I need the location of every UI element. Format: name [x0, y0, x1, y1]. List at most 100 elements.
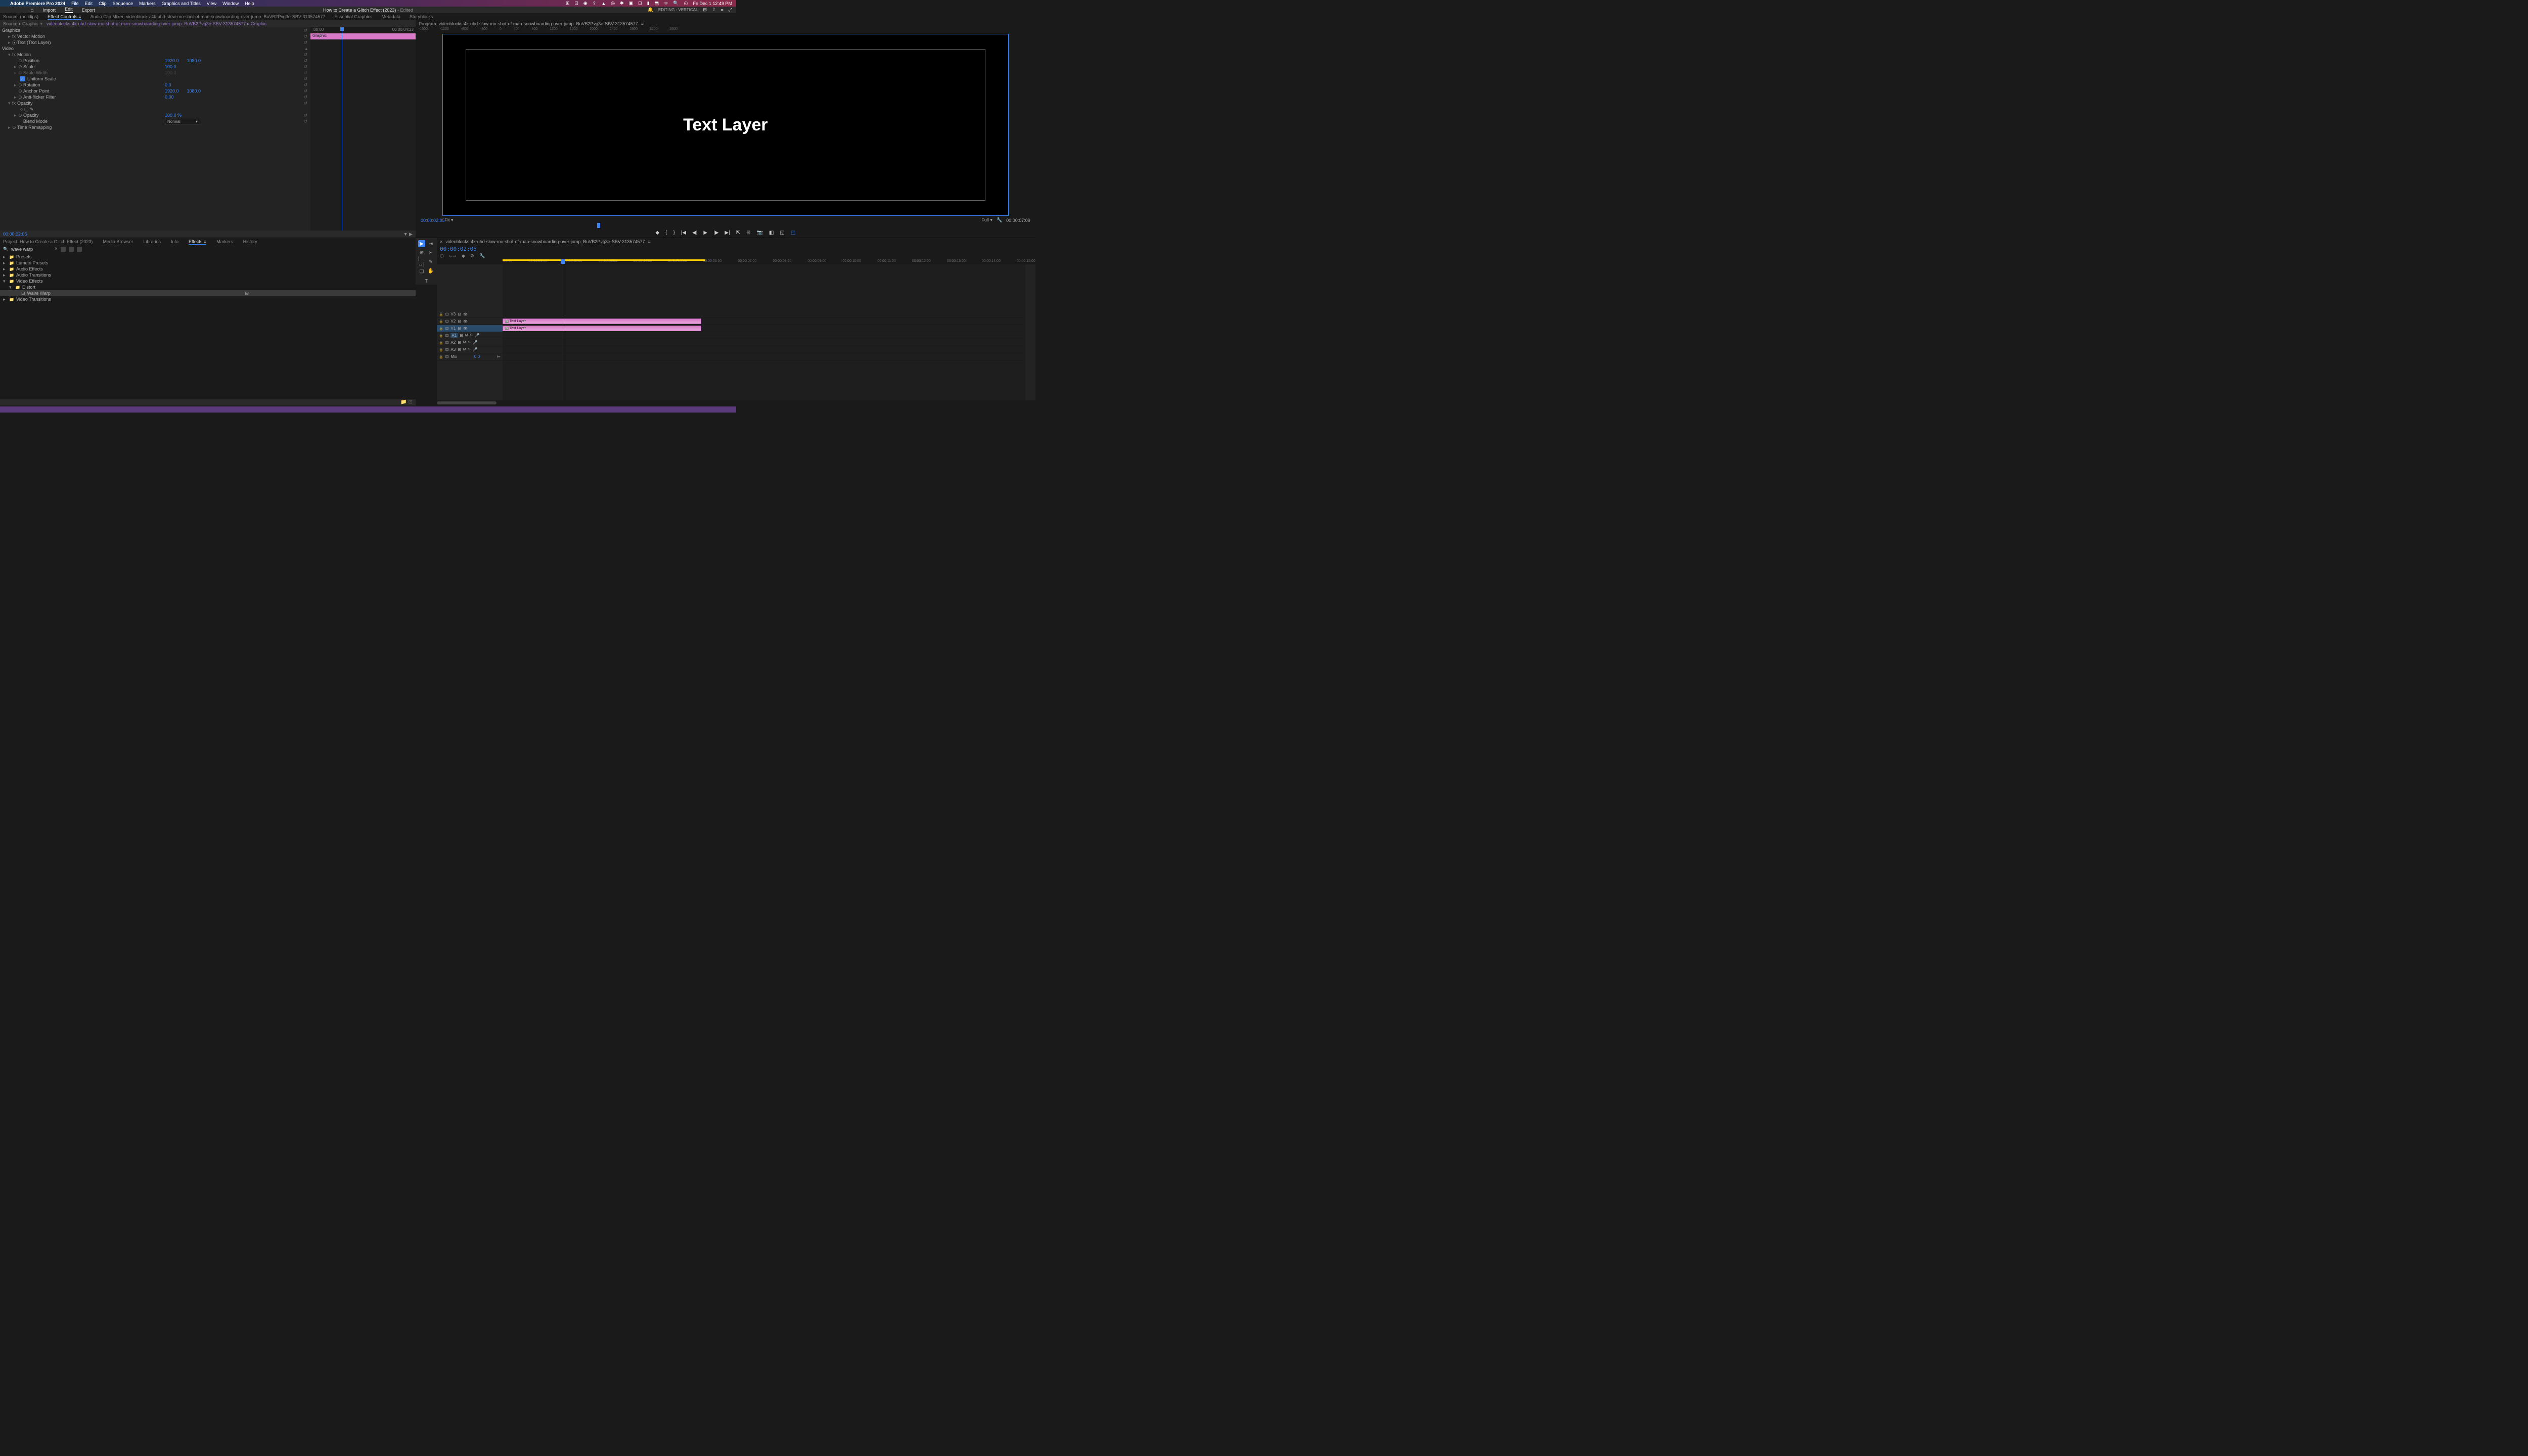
search-icon[interactable]: 🔍 — [673, 1, 679, 6]
mark-in-icon[interactable]: { — [665, 230, 667, 236]
track-a1[interactable]: ⊡A1⊟MS🎤 — [437, 332, 503, 339]
clip-v1[interactable]: Text Layer — [503, 326, 701, 331]
track-v2[interactable]: ⊡V2⊟ — [437, 318, 503, 325]
ec-mini-timeline[interactable]: :00:00 00:00:04:23 Graphic — [310, 27, 416, 231]
menu-edit[interactable]: Edit — [85, 1, 93, 6]
razor-tool[interactable]: ✂ — [427, 249, 434, 256]
menu-window[interactable]: Window — [222, 1, 239, 6]
tree-video-effects[interactable]: ▾Video Effects — [0, 278, 416, 284]
hand-tool[interactable]: ✋ — [427, 267, 434, 275]
menu-help[interactable]: Help — [245, 1, 254, 6]
track-a3[interactable]: ⊡A3⊟MS🎤 — [437, 346, 503, 353]
app-name[interactable]: Adobe Premiere Pro 2024 — [10, 1, 65, 6]
prop-antiflicker[interactable]: ▸⊙Anti-flicker Filter0.00↺ — [0, 94, 310, 100]
share-icon[interactable]: ⇧ — [712, 7, 716, 13]
tree-audio-effects[interactable]: ▸Audio Effects — [0, 266, 416, 272]
prop-scale[interactable]: ▸⊙Scale100.0↺ — [0, 64, 310, 70]
program-viewport[interactable]: Text Layer — [443, 34, 1008, 215]
program-scrubber[interactable] — [420, 224, 1031, 227]
ripple-tool[interactable]: ⊕ — [418, 249, 425, 256]
filter-icon-1[interactable] — [61, 247, 66, 252]
tab-libraries[interactable]: Libraries — [143, 239, 161, 244]
wifi-icon[interactable]: ᯤ — [664, 0, 668, 7]
marker-icon[interactable]: ◆ — [462, 253, 465, 259]
prop-uniform-scale[interactable]: ✓Uniform Scale↺ — [0, 76, 310, 82]
prop-time-remap[interactable]: ▸⊙Time Remapping — [0, 124, 310, 130]
tab-effect-controls[interactable]: Effect Controls ≡ — [48, 14, 81, 20]
tab-audio-mixer[interactable]: Audio Clip Mixer: videoblocks-4k-uhd-slo… — [91, 14, 326, 19]
tab-source[interactable]: Source: (no clips) — [3, 14, 38, 19]
ec-timecode[interactable]: 00:00:02:05 — [3, 232, 27, 237]
section-graphics[interactable]: Graphics↺ — [0, 27, 310, 33]
safe-margin-icon[interactable]: ◰ — [791, 230, 795, 236]
prop-anchor[interactable]: ⊙Anchor Point1920.01080.0↺ — [0, 88, 310, 94]
opacity-masks[interactable]: ○ ▢ ✎ — [0, 106, 310, 112]
prop-opacity[interactable]: ▸⊙Opacity100.0 %↺ — [0, 112, 310, 118]
go-to-out-icon[interactable]: ▶| — [725, 230, 730, 236]
hamburger-icon[interactable]: ≡ — [721, 8, 724, 13]
tab-export[interactable]: Export — [82, 8, 95, 13]
menu-file[interactable]: File — [71, 1, 79, 6]
status-icon[interactable]: ⊡ — [574, 1, 578, 6]
track-select-tool[interactable]: ⇥ — [427, 240, 434, 247]
selection-tool[interactable]: ▶ — [418, 240, 425, 247]
tree-audio-transitions[interactable]: ▸Audio Transitions — [0, 272, 416, 278]
slip-tool[interactable]: |↔| — [418, 258, 425, 265]
lift-icon[interactable]: ⇱ — [736, 230, 740, 236]
step-back-icon[interactable]: ◀| — [692, 230, 697, 236]
prop-blend-mode[interactable]: Blend ModeNormal▾↺ — [0, 118, 310, 124]
prop-position[interactable]: ⊙Position1920.01080.0↺ — [0, 58, 310, 64]
zoom-fit[interactable]: Fit ▾ — [445, 217, 454, 223]
status-icon[interactable]: ⬒ — [655, 1, 659, 6]
tab-history[interactable]: History — [243, 239, 257, 244]
settings-icon[interactable]: ⚙ — [470, 253, 474, 259]
timeline-ruler[interactable]: :00:0000:00:01:0000:00:02:0000:00:03:000… — [437, 259, 1035, 264]
export-frame-icon[interactable]: 📷 — [756, 230, 762, 236]
status-icon[interactable]: ▲ — [601, 1, 606, 6]
wrench-icon[interactable]: 🔧 — [997, 217, 1002, 223]
tab-effects[interactable]: Effects ≡ — [189, 239, 206, 245]
wrench-icon[interactable]: 🔧 — [479, 253, 485, 259]
section-video[interactable]: Video▴ — [0, 46, 310, 52]
clear-search-icon[interactable]: × — [55, 246, 58, 252]
prop-rotation[interactable]: ▸⊙Rotation0.0↺ — [0, 82, 310, 88]
menu-clip[interactable]: Clip — [99, 1, 107, 6]
tree-distort[interactable]: ▾Distort — [0, 284, 416, 290]
clip-v2[interactable]: Text Layer — [503, 318, 701, 324]
tree-lumetri[interactable]: ▸Lumetri Presets — [0, 260, 416, 266]
ec-clip-bar[interactable]: Graphic — [310, 33, 416, 39]
tab-project[interactable]: Project: How to Create a Glitch Effect (… — [3, 239, 93, 244]
prop-opacity-section[interactable]: ▾fxOpacity↺ — [0, 100, 310, 106]
tab-storyblocks[interactable]: Storyblocks — [410, 14, 433, 19]
tree-presets[interactable]: ▸Presets — [0, 254, 416, 260]
snap-icon[interactable]: ⬡ — [440, 253, 444, 259]
status-icon[interactable]: ⊡ — [638, 1, 642, 6]
tab-essential-graphics[interactable]: Essential Graphics — [334, 14, 372, 19]
link-icon[interactable]: ⊂⊃ — [449, 253, 457, 259]
home-icon[interactable] — [30, 7, 34, 13]
tree-video-transitions[interactable]: ▸Video Transitions — [0, 296, 416, 302]
status-icon[interactable]: ▮ — [647, 1, 650, 6]
track-mix[interactable]: ⊡Mix0.0⊨ — [437, 353, 503, 360]
prop-motion[interactable]: ▾fxMotion↺ — [0, 52, 310, 58]
filter-icon[interactable]: ▼ ▶ — [403, 232, 413, 237]
menu-graphics[interactable]: Graphics and Titles — [162, 1, 201, 6]
step-forward-icon[interactable]: |▶ — [713, 230, 718, 236]
play-icon[interactable]: ▶ — [703, 230, 707, 236]
track-v1[interactable]: ⊡V1⊟ — [437, 325, 503, 332]
tab-import[interactable]: Import — [43, 8, 56, 13]
status-icon[interactable]: ▣ — [629, 1, 634, 6]
program-timecode[interactable]: 00:00:02:05 — [421, 218, 445, 223]
workspace-label[interactable]: EDITING - VERTICAL — [658, 8, 698, 12]
bell-icon[interactable]: 🔔 — [648, 7, 653, 13]
scroll-thumb[interactable] — [437, 401, 496, 404]
pen-tool[interactable]: ✎ — [427, 258, 434, 265]
tab-media-browser[interactable]: Media Browser — [103, 239, 133, 244]
track-a2[interactable]: ⊡A2⊟MS🎤 — [437, 339, 503, 346]
filter-icon-2[interactable] — [69, 247, 74, 252]
filter-icon-3[interactable] — [77, 247, 82, 252]
add-marker-icon[interactable]: ◆ — [655, 230, 659, 236]
resolution[interactable]: Full ▾ — [981, 217, 992, 223]
tab-metadata[interactable]: Metadata — [381, 14, 400, 19]
tab-edit[interactable]: Edit — [65, 7, 73, 13]
